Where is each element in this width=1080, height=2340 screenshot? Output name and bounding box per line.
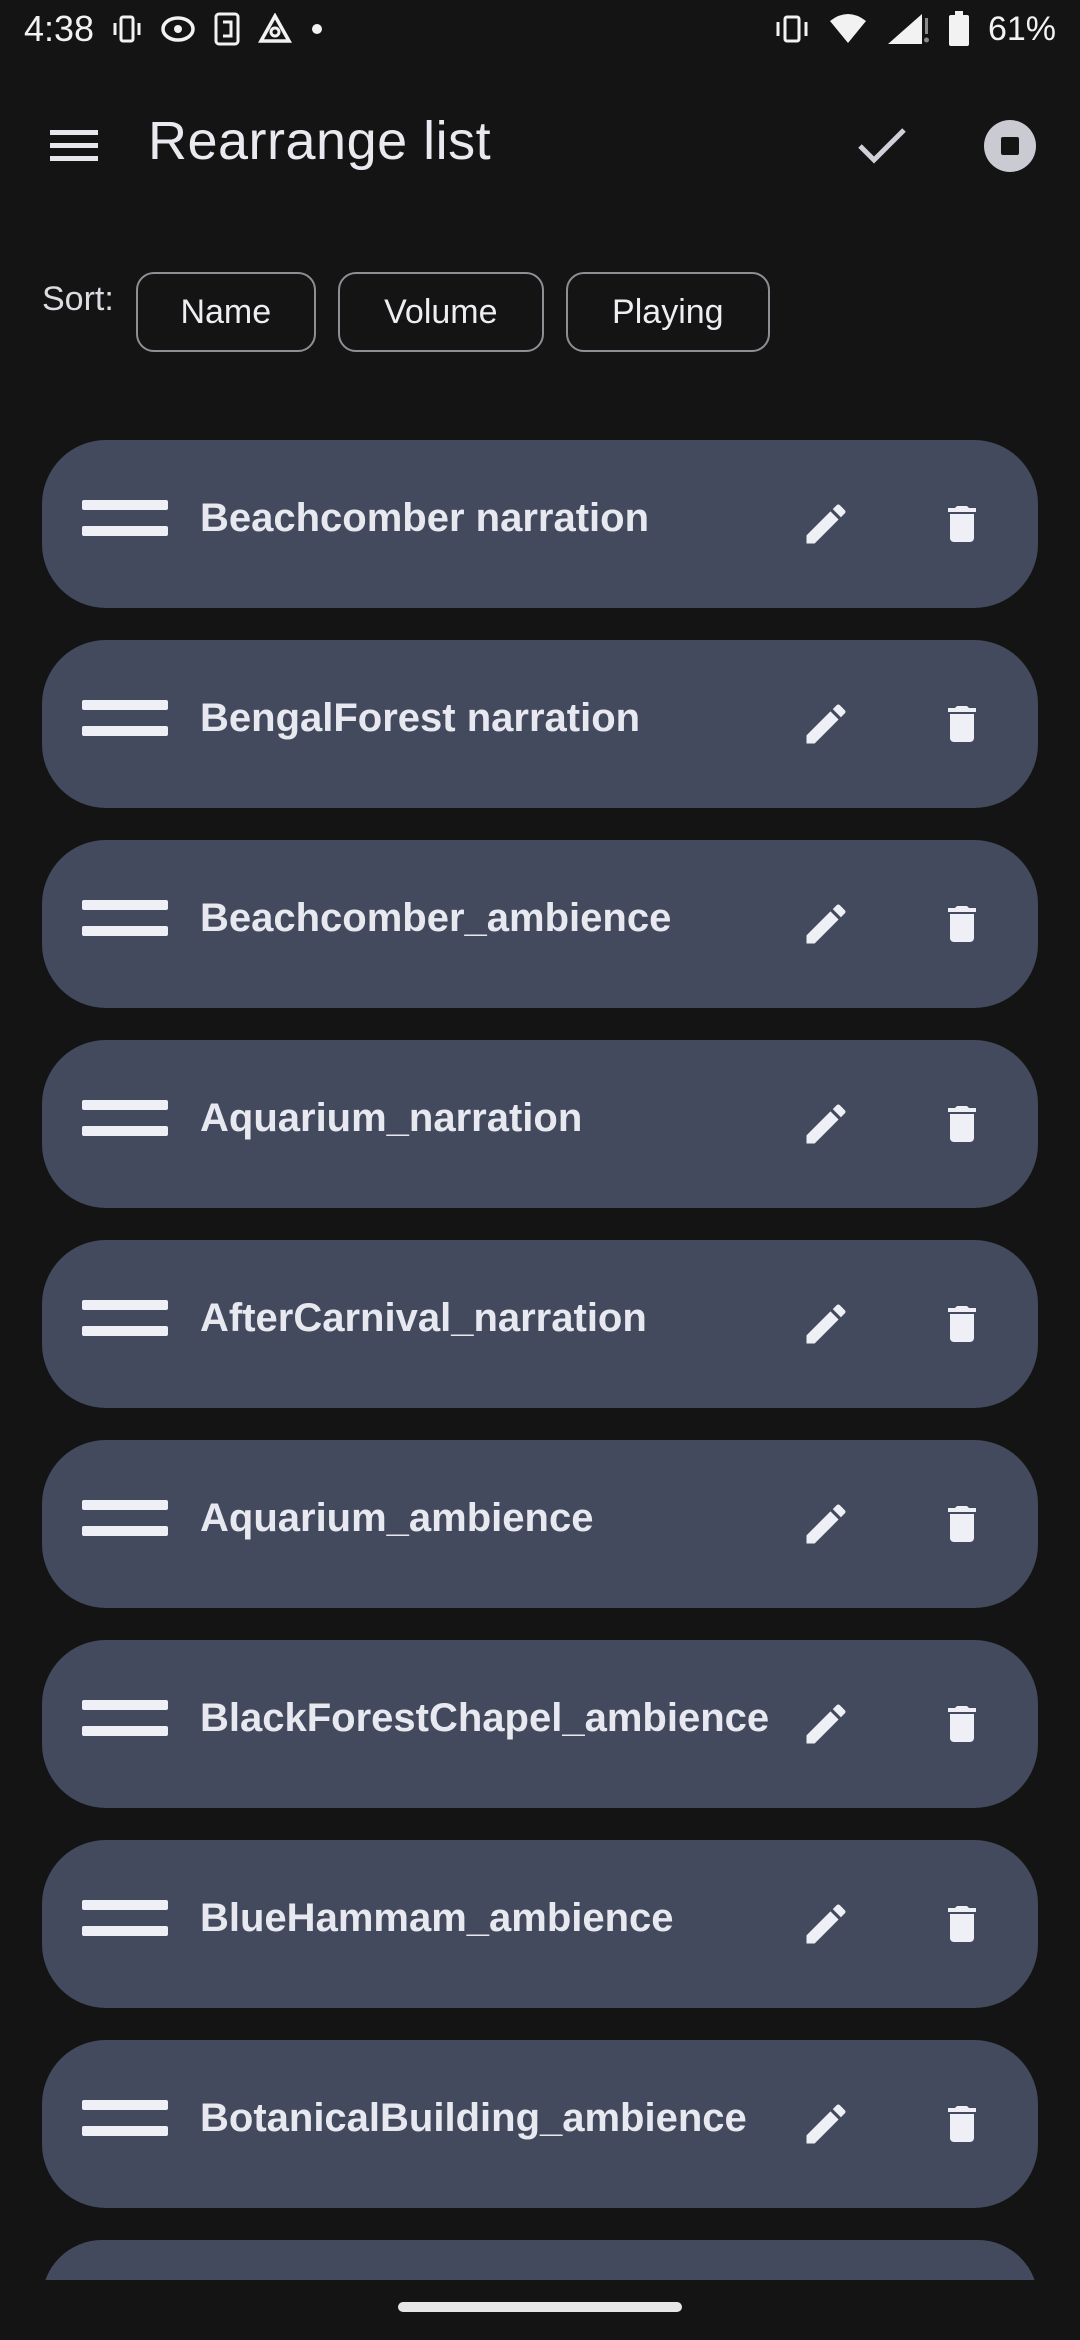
signal-icon [886,12,930,46]
list-item-label: Aquarium_narration [200,1096,583,1140]
edit-button[interactable] [786,1284,866,1364]
list-item[interactable]: Beachcomber_ambience [42,840,1038,1008]
list-item[interactable]: BotanicalBuilding_ambience [42,2040,1038,2208]
delete-button[interactable] [922,684,1002,764]
edit-button[interactable] [786,2084,866,2164]
list-item-label: AfterCarnival_narration [200,1296,647,1340]
rearrange-list: Beachcomber narration BengalForest narra… [42,440,1038,2300]
list-item[interactable]: BlackForestChapel_ambience [42,1640,1038,1808]
drag-handle-icon[interactable] [82,1100,168,1148]
sync-icon [160,13,196,45]
list-item[interactable]: BengalForest narration [42,640,1038,808]
trash-icon [948,1106,976,1142]
menu-button[interactable] [40,112,108,180]
list-item[interactable]: Beachcomber narration [42,440,1038,608]
trash-icon [948,2106,976,2142]
edit-button[interactable] [786,884,866,964]
vibrate-icon [774,13,810,45]
edit-button[interactable] [786,484,866,564]
delete-button[interactable] [922,2084,1002,2164]
list-item[interactable]: Aquarium_ambience [42,1440,1038,1608]
check-icon [858,128,906,164]
nfc-icon [214,12,240,46]
pencil-icon [806,1904,846,1944]
edit-button[interactable] [786,1484,866,1564]
list-item-label: BotanicalBuilding_ambience [200,2096,747,2140]
drag-handle-icon[interactable] [82,1900,168,1948]
edit-button[interactable] [786,684,866,764]
edit-button[interactable] [786,1084,866,1164]
wifi-icon [828,13,868,45]
stop-button[interactable] [974,110,1046,182]
dot-icon [310,22,324,36]
pencil-icon [806,1104,846,1144]
delete-button[interactable] [922,1484,1002,1564]
list-item-label: Aquarium_ambience [200,1496,594,1540]
list-item-label: Beachcomber narration [200,496,650,540]
list-item[interactable]: AfterCarnival_narration [42,1240,1038,1408]
page-title: Rearrange list [148,111,492,171]
sort-volume-chip[interactable]: Volume [337,272,544,352]
stop-circle-icon [984,120,1036,172]
drag-handle-icon[interactable] [82,1500,168,1548]
delete-button[interactable] [922,484,1002,564]
list-item-label: BengalForest narration [200,696,641,740]
list-item-label: Beachcomber_ambience [200,896,672,940]
status-left: 4:38 [24,8,324,50]
sort-label: Sort: [42,280,114,318]
pencil-icon [806,1304,846,1344]
app-bar: Rearrange list [0,90,1080,200]
triangle-app-icon [258,13,293,45]
battery-percent: 61% [987,9,1056,48]
sort-name-chip[interactable]: Name [135,272,316,352]
confirm-button[interactable] [846,110,918,182]
list-item-label: BlackForestChapel_ambience [200,1696,770,1740]
home-indicator[interactable] [398,2302,682,2312]
pencil-icon [806,504,846,544]
list-item-label: BlueHammam_ambience [200,1896,674,1940]
edit-button[interactable] [786,1684,866,1764]
drag-handle-icon[interactable] [82,1700,168,1748]
pencil-icon [806,1504,846,1544]
drag-handle-icon[interactable] [82,1300,168,1348]
list-item[interactable]: BlueHammam_ambience [42,1840,1038,2008]
status-time: 4:38 [24,8,95,49]
trash-icon [948,1706,976,1742]
drag-handle-icon[interactable] [82,2100,168,2148]
pencil-icon [806,1704,846,1744]
pencil-icon [806,904,846,944]
status-bar: 4:38 61% [0,0,1080,58]
status-right: 61% [774,10,1056,49]
sort-playing-chip[interactable]: Playing [565,272,770,352]
vibrate-icon [112,13,142,45]
trash-icon [948,706,976,742]
delete-button[interactable] [922,1684,1002,1764]
drag-handle-icon[interactable] [82,900,168,948]
battery-icon [948,11,970,47]
drag-handle-icon[interactable] [82,500,168,548]
edit-button[interactable] [786,1884,866,1964]
trash-icon [948,506,976,542]
menu-icon [50,130,98,161]
sort-row: Sort: Name Volume Playing [42,272,792,358]
trash-icon [948,906,976,942]
trash-icon [948,1906,976,1942]
delete-button[interactable] [922,884,1002,964]
delete-button[interactable] [922,1284,1002,1364]
pencil-icon [806,704,846,744]
pencil-icon [806,2104,846,2144]
trash-icon [948,1506,976,1542]
list-item[interactable]: Aquarium_narration [42,1040,1038,1208]
delete-button[interactable] [922,1884,1002,1964]
trash-icon [948,1306,976,1342]
drag-handle-icon[interactable] [82,700,168,748]
delete-button[interactable] [922,1084,1002,1164]
